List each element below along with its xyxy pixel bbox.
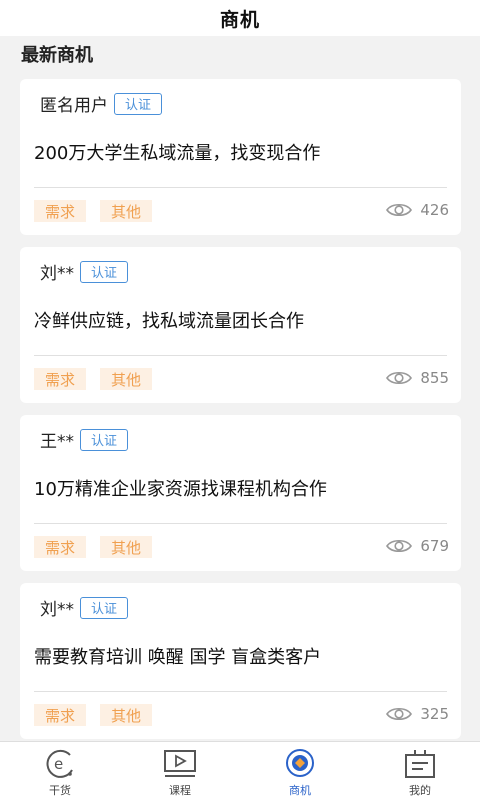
card-divider — [34, 691, 447, 692]
eye-icon — [386, 371, 413, 385]
verified-badge: 认证 — [114, 92, 163, 115]
bottom-tab-bar: e 干货 课程 商机 我的 — [0, 741, 480, 800]
tab-mine[interactable]: 我的 — [360, 742, 480, 800]
card-header: 王** 认证 — [40, 427, 129, 452]
tab-label: 课程 — [169, 784, 191, 797]
card-divider — [34, 187, 447, 188]
view-count: 325 — [386, 705, 449, 723]
view-count: 679 — [386, 537, 449, 555]
tag-type: 需求 — [34, 368, 87, 390]
tag-category: 其他 — [100, 368, 153, 390]
card-title[interactable]: 10万精准企业家资源找课程机构合作 — [34, 475, 327, 501]
tag-type: 需求 — [34, 200, 87, 222]
e-circle-icon: e — [46, 749, 73, 778]
tab-business[interactable]: 商机 — [240, 742, 360, 800]
view-count: 426 — [386, 201, 449, 219]
view-count-value: 325 — [420, 705, 449, 723]
verified-badge: 认证 — [80, 428, 129, 451]
section-title: 最新商机 — [21, 45, 93, 66]
eye-icon — [386, 707, 413, 721]
tag-category: 其他 — [100, 704, 153, 726]
eye-icon — [386, 539, 413, 553]
card-title[interactable]: 需要教育培训 唤醒 国学 盲盒类客户 — [34, 643, 321, 669]
card-user-name: 刘** — [40, 600, 74, 620]
view-count-value: 855 — [420, 369, 449, 387]
view-count-value: 679 — [420, 537, 449, 555]
opportunity-card[interactable]: 王** 认证 10万精准企业家资源找课程机构合作 需求 其他 679 — [20, 415, 461, 571]
opportunity-list: 匿名用户 认证 200万大学生私域流量，找变现合作 需求 其他 426 刘** … — [20, 79, 461, 751]
card-tags: 需求 其他 — [34, 368, 166, 390]
profile-box-icon — [405, 750, 435, 778]
card-divider — [34, 523, 447, 524]
view-count: 855 — [386, 369, 449, 387]
verified-badge: 认证 — [80, 596, 129, 619]
top-navigation-bar: 商机 — [0, 0, 480, 36]
tab-ganhuo[interactable]: e 干货 — [0, 742, 120, 800]
card-tags: 需求 其他 — [34, 536, 166, 558]
page-title: 商机 — [219, 8, 260, 31]
card-header: 刘** 认证 — [40, 259, 129, 284]
target-circle-icon — [286, 749, 314, 777]
svg-text:e: e — [54, 755, 63, 773]
opportunity-card[interactable]: 刘** 认证 冷鲜供应链，找私域流量团长合作 需求 其他 855 — [20, 247, 461, 403]
card-tags: 需求 其他 — [34, 704, 166, 726]
card-divider — [34, 355, 447, 356]
tag-category: 其他 — [100, 536, 153, 558]
video-player-icon — [164, 750, 196, 777]
card-header: 匿名用户 认证 — [40, 91, 163, 116]
view-count-value: 426 — [420, 201, 449, 219]
card-user-name: 匿名用户 — [40, 96, 108, 116]
tab-label: 干货 — [49, 784, 71, 797]
eye-icon — [386, 203, 413, 217]
card-user-name: 刘** — [40, 264, 74, 284]
tag-type: 需求 — [34, 536, 87, 558]
opportunity-card[interactable]: 刘** 认证 需要教育培训 唤醒 国学 盲盒类客户 需求 其他 325 — [20, 583, 461, 739]
tab-courses[interactable]: 课程 — [120, 742, 240, 800]
card-title[interactable]: 冷鲜供应链，找私域流量团长合作 — [34, 307, 304, 333]
tag-category: 其他 — [100, 200, 153, 222]
verified-badge: 认证 — [80, 260, 129, 283]
opportunity-card[interactable]: 匿名用户 认证 200万大学生私域流量，找变现合作 需求 其他 426 — [20, 79, 461, 235]
card-tags: 需求 其他 — [34, 200, 166, 222]
tab-label: 我的 — [409, 784, 431, 797]
card-user-name: 王** — [40, 432, 74, 452]
card-header: 刘** 认证 — [40, 595, 129, 620]
tab-label: 商机 — [289, 784, 311, 797]
card-title[interactable]: 200万大学生私域流量，找变现合作 — [34, 139, 320, 165]
tag-type: 需求 — [34, 704, 87, 726]
